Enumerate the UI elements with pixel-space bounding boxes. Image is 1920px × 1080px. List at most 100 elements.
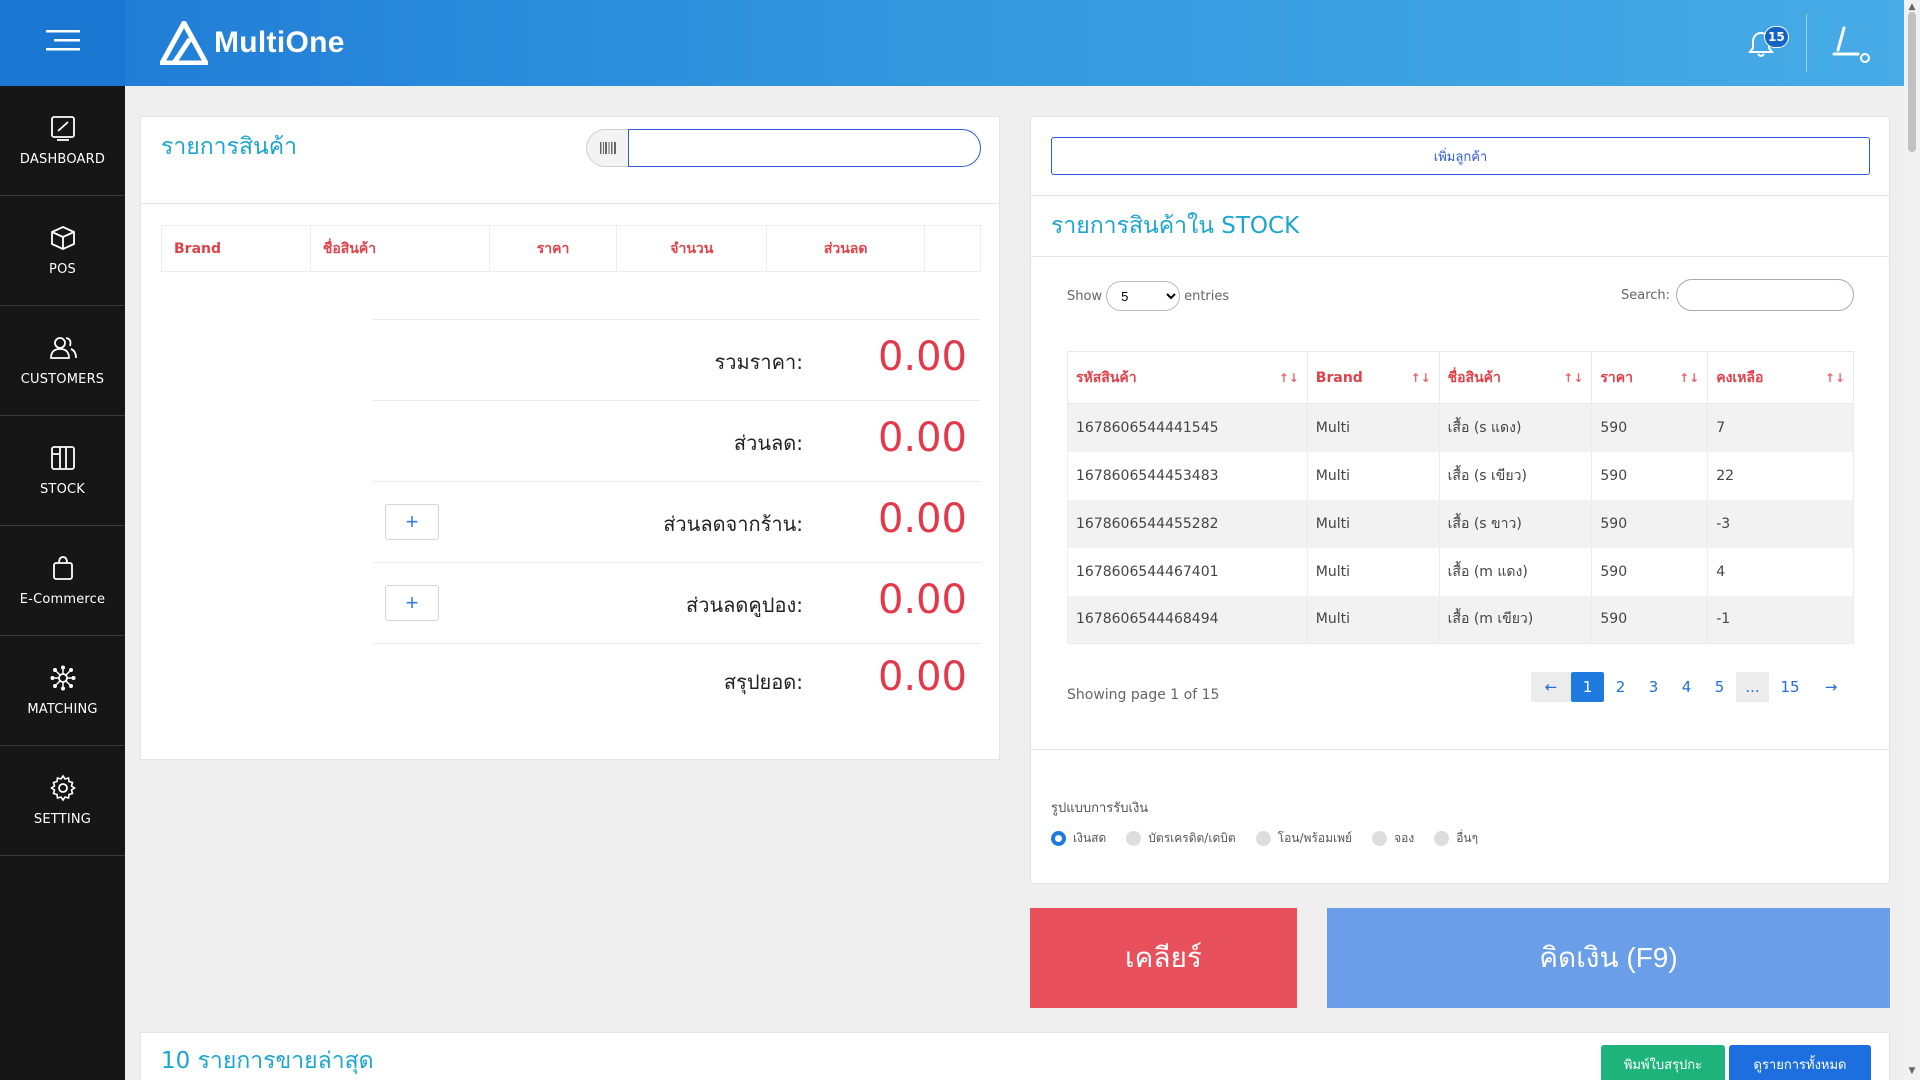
- stock-search: Search:: [1621, 279, 1855, 311]
- table-row[interactable]: 1678606544467401 Multi เสื้อ (m แดง) 590…: [1067, 547, 1854, 596]
- sidebar-item-label: DASHBOARD: [19, 152, 106, 167]
- entries-label: entries: [1184, 288, 1230, 304]
- notification-badge: 15: [1764, 26, 1789, 48]
- sidebar-item-pos[interactable]: POS: [0, 196, 125, 306]
- cart-header-row: Brand ชื่อสินค้า ราคา จำนวน ส่วนลด: [161, 225, 981, 272]
- summary-value: 0.00: [877, 654, 967, 700]
- stock-col-price[interactable]: ราคา ↑↓: [1591, 351, 1708, 404]
- summary-total-row: รวมราคา: 0.00: [373, 319, 981, 400]
- table-row[interactable]: 1678606544455282 Multi เสื้อ (s ขาว) 590…: [1067, 499, 1854, 548]
- barcode-button[interactable]: [586, 129, 628, 167]
- radio-selected[interactable]: [1051, 831, 1066, 846]
- radio[interactable]: [1372, 831, 1388, 846]
- page-size-select[interactable]: 5: [1106, 281, 1181, 311]
- brand-logo[interactable]: MultiOne: [160, 20, 345, 66]
- stock-col-remaining[interactable]: คงเหลือ ↑↓: [1707, 351, 1854, 404]
- summary-grand-total-row: สรุปยอด: 0.00: [373, 643, 981, 719]
- checkout-button[interactable]: คิดเงิน (F9): [1327, 908, 1890, 1008]
- stock-col-brand[interactable]: Brand ↑↓: [1306, 351, 1440, 404]
- cell-code: 1678606544467401: [1067, 547, 1308, 596]
- cell-code: 1678606544453483: [1067, 451, 1308, 500]
- sidebar-item-setting[interactable]: SETTING: [0, 746, 125, 856]
- summary-label: ส่วนลดคูปอง:: [686, 593, 803, 617]
- column-label: ชื่อสินค้า: [1447, 369, 1501, 386]
- cart-col-price[interactable]: ราคา: [488, 225, 617, 272]
- sidebar-item-customers[interactable]: CUSTOMERS: [0, 306, 125, 416]
- notification-button[interactable]: 15: [1748, 26, 1789, 60]
- barcode-search: [586, 129, 981, 167]
- page-2-button[interactable]: 2: [1604, 672, 1637, 702]
- cart-col-qty[interactable]: จำนวน: [616, 225, 767, 272]
- payment-option-card[interactable]: บัตรเครดิต/เดบิต: [1126, 829, 1236, 848]
- radio[interactable]: [1255, 831, 1271, 846]
- sort-icon: ↑↓: [1679, 371, 1700, 385]
- sidebar-item-label: CUSTOMERS: [20, 372, 105, 387]
- recent-sales-panel: 10 รายการขายล่าสุด พิมพ์ใบสรุปกะ ดูรายกา…: [140, 1032, 1890, 1080]
- summary-value: 0.00: [877, 577, 967, 623]
- clear-button[interactable]: เคลียร์: [1030, 908, 1297, 1008]
- cell-brand: Multi: [1306, 499, 1440, 548]
- next-page-button[interactable]: →: [1811, 672, 1851, 702]
- cart-col-discount[interactable]: ส่วนลด: [766, 225, 925, 272]
- radio[interactable]: [1126, 831, 1142, 846]
- sort-icon: ↑↓: [1278, 371, 1299, 385]
- page-5-button[interactable]: 5: [1703, 672, 1736, 702]
- dashboard-icon: [50, 116, 75, 141]
- table-row[interactable]: 1678606544453483 Multi เสื้อ (s เขียว) 5…: [1067, 451, 1854, 500]
- cell-brand: Multi: [1306, 595, 1440, 644]
- cart-col-brand[interactable]: Brand: [161, 225, 311, 272]
- table-row[interactable]: 1678606544441545 Multi เสื้อ (s แดง) 590…: [1067, 403, 1854, 452]
- summary-coupon-row: + ส่วนลดคูปอง: 0.00: [373, 562, 981, 643]
- payment-option-other[interactable]: อื่นๆ: [1434, 829, 1478, 848]
- cell-price: 590: [1591, 595, 1708, 644]
- stock-col-code[interactable]: รหัสสินค้า ↑↓: [1067, 351, 1308, 404]
- stock-search-input[interactable]: [1676, 279, 1855, 311]
- radio[interactable]: [1434, 831, 1450, 846]
- view-all-button[interactable]: ดูรายการทั้งหมด: [1729, 1045, 1871, 1080]
- sidebar-item-matching[interactable]: MATCHING: [0, 636, 125, 746]
- gear-icon: [49, 774, 76, 802]
- cell-price: 590: [1591, 403, 1708, 452]
- add-customer-button[interactable]: เพิ่มลูกค้า: [1051, 137, 1870, 175]
- table-row[interactable]: 1678606544468494 Multi เสื้อ (m เขียว) 5…: [1067, 595, 1854, 644]
- sidebar-item-dashboard[interactable]: DASHBOARD: [0, 86, 125, 196]
- scroll-down-icon[interactable]: ▼: [1907, 1066, 1917, 1076]
- scrollbar-thumb[interactable]: [1908, 12, 1916, 152]
- profile-button[interactable]: [1830, 24, 1870, 64]
- add-shop-discount-button[interactable]: +: [385, 504, 439, 540]
- cart-panel: รายการสินค้า Brand ชื่อสินค้า ราคา จำนวน…: [140, 116, 1000, 760]
- page-1-button[interactable]: 1: [1571, 672, 1604, 702]
- payment-option-label: โอน/พร้อมเพย์: [1277, 831, 1353, 845]
- cell-price: 590: [1591, 451, 1708, 500]
- payment-option-reserve[interactable]: จอง: [1372, 829, 1414, 848]
- pagination: ← 1 2 3 4 5 ... 15 →: [1531, 672, 1851, 702]
- sort-icon: ↑↓: [1824, 371, 1845, 385]
- page-4-button[interactable]: 4: [1670, 672, 1703, 702]
- menu-toggle-button[interactable]: [0, 0, 125, 86]
- sidebar-item-label: E-Commerce: [19, 592, 106, 607]
- barcode-input[interactable]: [628, 129, 981, 167]
- cart-col-name[interactable]: ชื่อสินค้า: [309, 225, 490, 272]
- payment-option-transfer[interactable]: โอน/พร้อมเพย์: [1255, 829, 1353, 848]
- prev-page-button[interactable]: ←: [1531, 672, 1571, 702]
- page-3-button[interactable]: 3: [1637, 672, 1670, 702]
- page-scrollbar[interactable]: ▲ ▼: [1904, 0, 1920, 1080]
- stock-table: รหัสสินค้า ↑↓ Brand ↑↓ ชื่อสินค้า ↑↓ ราคา ↑↓…: [1067, 351, 1854, 644]
- payment-option-cash[interactable]: เงินสด: [1051, 829, 1106, 848]
- columns-icon: [50, 446, 75, 470]
- add-coupon-button[interactable]: +: [385, 585, 439, 621]
- scroll-up-icon[interactable]: ▲: [1907, 2, 1917, 12]
- cell-code: 1678606544441545: [1067, 403, 1308, 452]
- sidebar-item-stock[interactable]: STOCK: [0, 416, 125, 526]
- page-15-button[interactable]: 15: [1769, 672, 1811, 702]
- top-header: MultiOne 15: [0, 0, 1904, 86]
- pagination-info: Showing page 1 of 15: [1067, 687, 1220, 703]
- cell-code: 1678606544455282: [1067, 499, 1308, 548]
- box-icon: [50, 226, 75, 250]
- sidebar-item-ecommerce[interactable]: E-Commerce: [0, 526, 125, 636]
- brand-name: MultiOne: [214, 26, 345, 59]
- print-shift-summary-button[interactable]: พิมพ์ใบสรุปกะ: [1601, 1045, 1725, 1080]
- cell-name: เสื้อ (s เขียว): [1438, 451, 1592, 500]
- stock-col-name[interactable]: ชื่อสินค้า ↑↓: [1438, 351, 1592, 404]
- cell-price: 590: [1591, 547, 1708, 596]
